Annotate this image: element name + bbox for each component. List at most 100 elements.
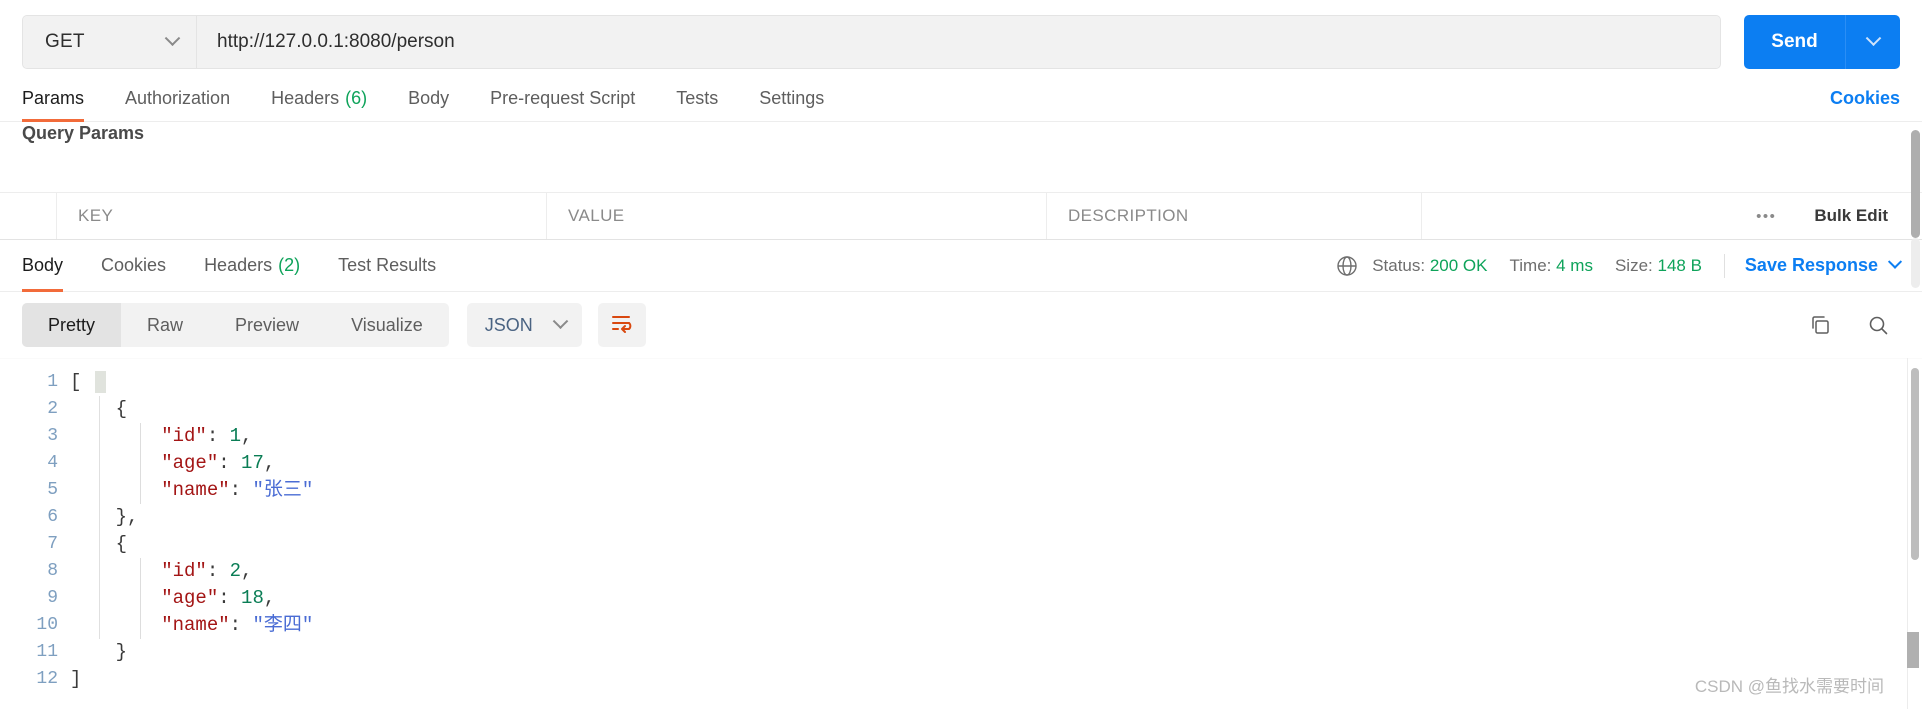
save-response-label: Save Response [1744,255,1878,275]
bulk-edit-button[interactable]: Bulk Edit [1814,206,1888,226]
code-token: "age" [161,452,219,474]
code-text: } [70,639,1922,666]
line-number: 12 [36,669,58,689]
tab-headers-label: Headers [271,87,340,108]
tab-authorization[interactable]: Authorization [125,75,230,122]
view-mode-raw[interactable]: Raw [121,303,209,347]
code-text: { [70,396,1922,423]
view-mode-segmented-control: Pretty Raw Preview Visualize [22,303,449,347]
indent-guide [140,423,141,504]
chevron-down-icon [164,29,181,46]
globe-icon [1336,255,1358,277]
tab-settings-label: Settings [759,87,825,108]
watermark: CSDN @鱼找水需要时间 [1694,677,1884,696]
size-badge: Size: 148 B [1615,256,1702,276]
save-response-button[interactable]: Save Response [1744,254,1903,276]
code-scrollbar-thumb[interactable] [1911,368,1919,560]
code-token: { [115,533,128,555]
view-mode-pretty[interactable]: Pretty [22,303,122,347]
code-token: : [229,614,253,636]
code-token: "id" [161,425,207,447]
tab-headers[interactable]: Headers (6) [271,75,367,122]
tab-tests[interactable]: Tests [676,75,718,122]
request-url-bar: GET http://127.0.0.1:8080/person Send [0,9,1922,75]
url-input[interactable]: http://127.0.0.1:8080/person [197,16,1720,68]
code-token: "name" [161,479,230,501]
code-line: 8 "id": 2, [0,558,1922,585]
tab-params[interactable]: Params [22,75,85,122]
code-token: 18 [241,587,264,609]
send-options-dropdown[interactable] [1846,15,1900,69]
tab-settings[interactable]: Settings [759,75,824,122]
line-number: 10 [36,615,58,635]
response-format-dropdown[interactable]: JSON [466,303,582,347]
code-token: , [241,560,253,582]
status-badge: Status: 200 OK [1372,256,1487,276]
send-button-group: Send [1744,15,1900,69]
code-text: }, [70,504,1922,531]
size-value: 148 B [1657,255,1702,275]
line-number: 5 [47,480,58,500]
code-token: : [218,452,242,474]
tab-tests-label: Tests [676,87,719,108]
line-number: 4 [47,453,58,473]
bracket-match-highlight [95,371,106,393]
code-token: } [115,641,128,663]
main-scrollbar-thumb[interactable] [1911,130,1920,238]
response-tab-body[interactable]: Body [22,240,64,292]
indent-guide [140,558,141,639]
code-token: "name" [161,614,230,636]
code-token: ] [70,668,82,690]
code-token: "id" [161,560,207,582]
code-scrollbar-thumb-lower[interactable] [1907,632,1919,668]
more-options-icon[interactable]: ••• [1756,208,1776,225]
view-mode-visualize[interactable]: Visualize [325,303,449,347]
wrap-lines-button[interactable] [597,303,646,347]
chevron-down-icon [1887,254,1903,269]
code-token: 1 [229,425,242,447]
code-line-list: 1[2 {3 "id": 1, 4 "age": 17, 5 "name": "张三… [0,369,1922,693]
tab-pre-request-script[interactable]: Pre-request Script [490,75,635,122]
divider [1723,253,1725,278]
code-text: "age": 18, [70,585,1922,612]
code-text: "id": 2, [70,558,1922,585]
line-number: 9 [47,588,58,608]
response-tabs: Body Cookies Headers (2) Test Results St… [0,240,1922,292]
search-icon[interactable] [1866,313,1890,337]
code-line: 3 "id": 1, [0,423,1922,450]
column-header-value: VALUE [547,193,1047,239]
code-line: 6 }, [0,504,1922,531]
code-line: 12] [0,666,1922,693]
code-text: "age": 17, [70,450,1922,477]
tab-headers-count: (6) [345,87,368,108]
view-mode-preview[interactable]: Preview [209,303,325,347]
code-line: 2 { [0,396,1922,423]
code-token: 2 [229,560,242,582]
response-body-code[interactable]: 1[2 {3 "id": 1, 4 "age": 17, 5 "name": "张三… [0,358,1922,709]
code-token: : [206,560,230,582]
cookies-link[interactable]: Cookies [1830,88,1900,109]
tab-body[interactable]: Body [408,75,449,122]
code-lines-container: 1[2 {3 "id": 1, 4 "age": 17, 5 "name": "张三… [0,359,1922,693]
code-token: }, [115,506,139,528]
line-number: 7 [47,534,58,554]
response-tab-headers[interactable]: Headers (2) [204,240,300,292]
body-toolbar-icons [1808,313,1900,337]
code-text: "name": "李四" [70,612,1922,639]
response-tab-headers-label: Headers [204,255,273,275]
line-number: 6 [47,507,58,527]
time-value: 4 ms [1556,255,1593,275]
send-button[interactable]: Send [1744,15,1846,69]
code-text: { [70,531,1922,558]
response-tab-test-results-label: Test Results [338,255,437,275]
http-method-dropdown[interactable]: GET [23,16,197,68]
table-checkbox-gutter [0,193,57,239]
status-value: 200 OK [1429,255,1488,275]
query-params-title: Query Params [22,123,145,143]
main-scrollbar-track[interactable] [1911,238,1920,288]
copy-icon[interactable] [1808,313,1832,337]
response-tab-headers-count: (2) [278,255,301,275]
response-tab-cookies[interactable]: Cookies [101,240,166,292]
line-number: 2 [47,399,58,419]
response-tab-test-results[interactable]: Test Results [338,240,436,292]
